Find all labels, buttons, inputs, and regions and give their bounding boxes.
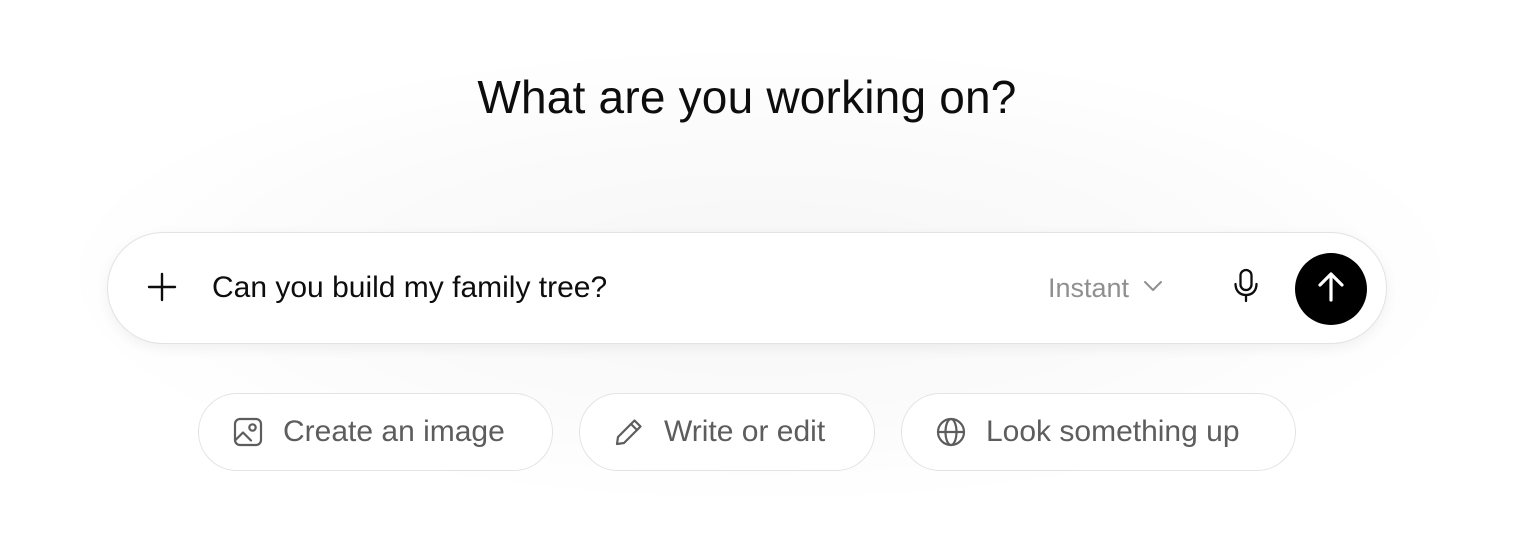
suggestion-label: Look something up bbox=[986, 415, 1240, 448]
model-selector-label: Instant bbox=[1048, 272, 1130, 303]
suggestion-write-or-edit[interactable]: Write or edit bbox=[579, 393, 875, 471]
prompt-input[interactable] bbox=[212, 266, 1012, 310]
suggestion-label: Create an image bbox=[283, 415, 505, 448]
chevron-down-icon bbox=[1143, 279, 1163, 297]
suggestion-label: Write or edit bbox=[664, 415, 826, 448]
globe-icon bbox=[934, 415, 968, 449]
page-title: What are you working on? bbox=[477, 71, 1017, 123]
suggestion-look-something-up[interactable]: Look something up bbox=[901, 393, 1296, 471]
pencil-icon bbox=[612, 415, 646, 449]
send-button[interactable] bbox=[1295, 253, 1367, 325]
voice-input-button[interactable] bbox=[1224, 266, 1268, 310]
plus-icon bbox=[146, 271, 178, 308]
suggestion-create-image[interactable]: Create an image bbox=[198, 393, 553, 471]
microphone-icon bbox=[1232, 268, 1260, 309]
model-selector[interactable]: Instant bbox=[1048, 266, 1163, 310]
image-icon bbox=[231, 415, 265, 449]
arrow-up-icon bbox=[1316, 271, 1346, 308]
attach-button[interactable] bbox=[136, 267, 188, 311]
